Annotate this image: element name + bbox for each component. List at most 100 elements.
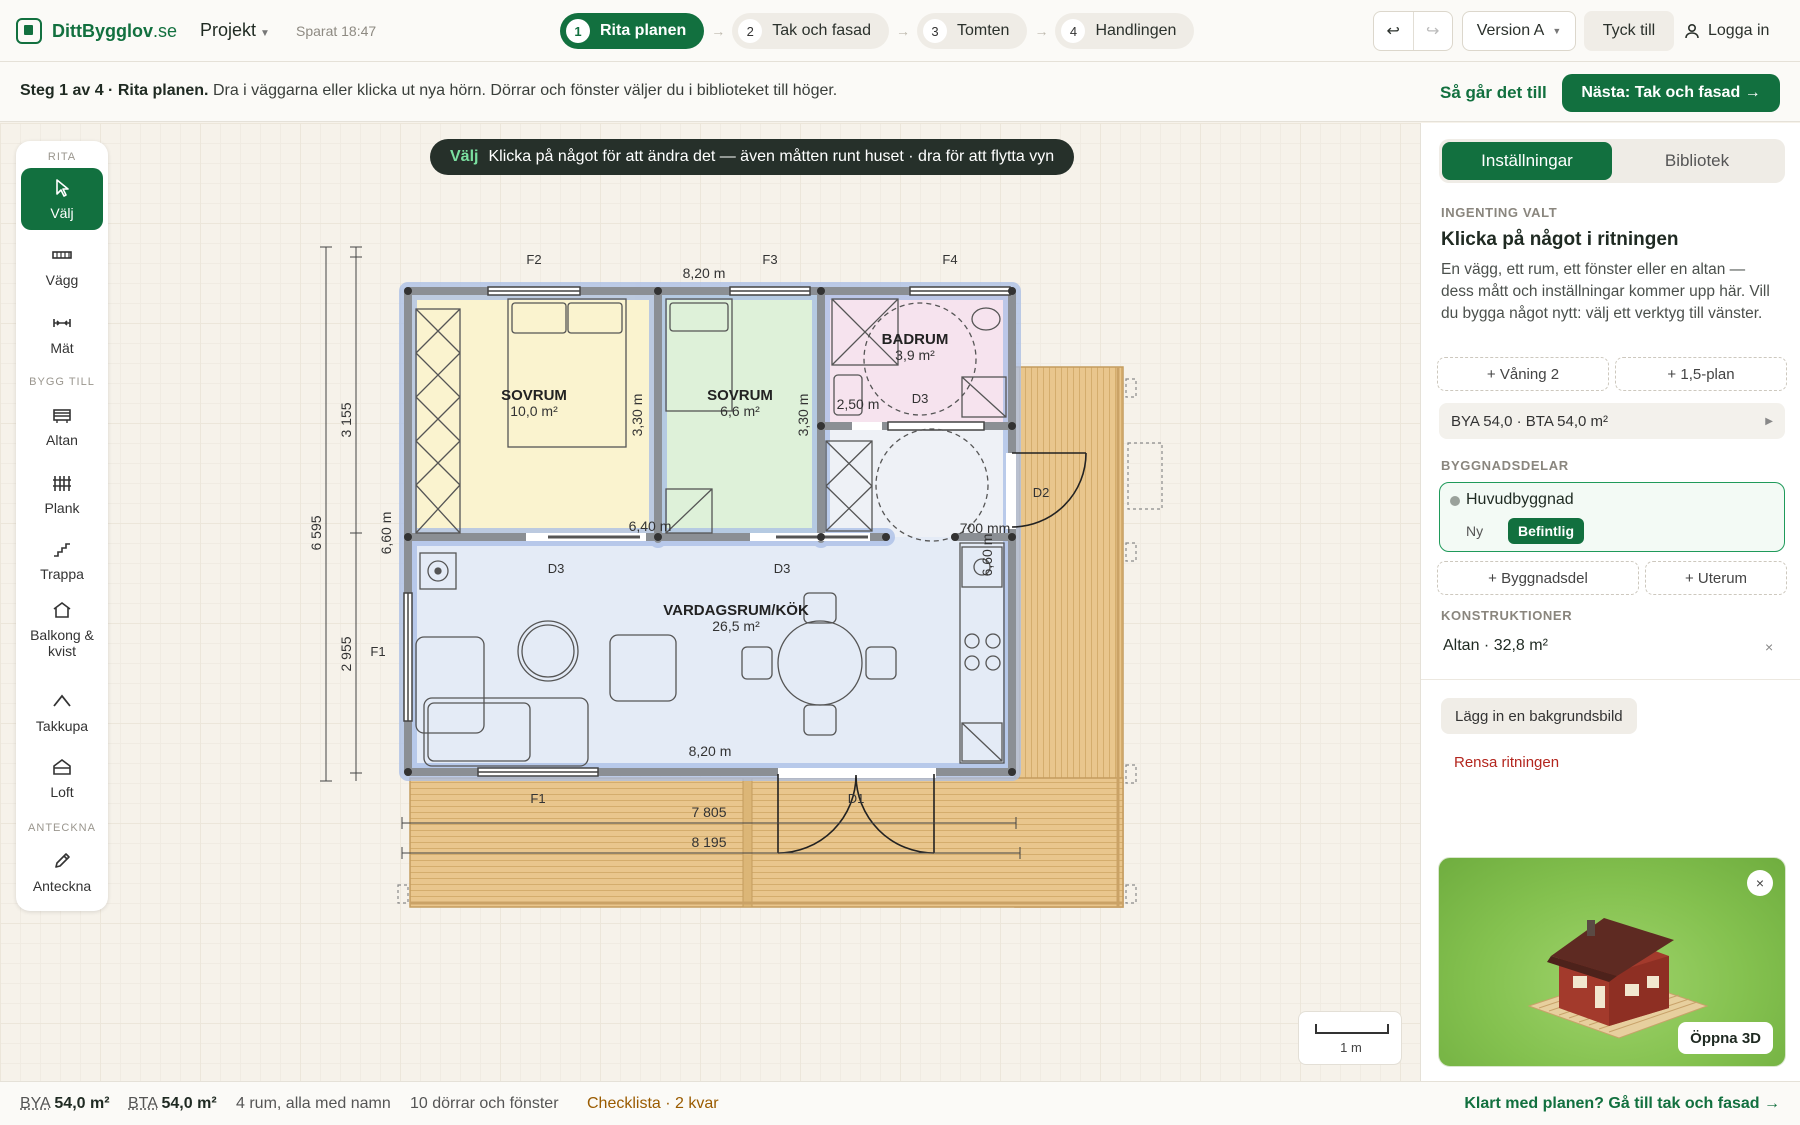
logo-icon [16,18,42,44]
tool-label: Välj [50,205,74,221]
tool-measure[interactable]: Mät [21,303,103,365]
redo-icon[interactable]: ↪ [1413,21,1452,41]
door-d3-bath-opening [852,422,882,430]
room-area-living: 26,5 m² [712,618,760,634]
feedback-button[interactable]: Tyck till [1584,11,1674,51]
step-4[interactable]: 4 Handlingen [1055,13,1195,49]
go-to-roof-link[interactable]: Klart med planen? Gå till tak och fasad … [1464,1095,1780,1113]
project-menu[interactable]: Projekt ▼ [200,20,270,41]
dim-side-height: 6,60 m [378,512,394,555]
howto-link[interactable]: Så går det till [1440,83,1547,103]
tool-select[interactable]: Välj [21,168,103,230]
add-outdoor-room-button[interactable]: + Uterum [1645,561,1787,595]
deck-front[interactable] [409,777,1124,908]
bya-value: 54,0 m² [54,1095,110,1112]
option-existing[interactable]: Befintlig [1508,518,1584,544]
tab-settings[interactable]: Inställningar [1442,142,1612,180]
step-number: 4 [1061,19,1086,43]
divider [1421,679,1800,680]
step-label: Handlingen [1095,22,1177,39]
tab-library[interactable]: Bibliotek [1612,142,1782,180]
login-button[interactable]: Logga in [1684,11,1784,51]
close-icon[interactable]: × [1747,870,1773,896]
drawing-canvas[interactable]: F2 F3 F4 F1 F1 D1 D2 D3 D3 D3 8,20 m 8,2… [0,123,1420,1081]
panel-tabs: Inställningar Bibliotek [1439,139,1785,183]
step-navigation: 1 Rita planen → 2 Tak och fasad → 3 Tomten … [560,13,1195,49]
3d-preview[interactable]: × Öppna 3D [1438,857,1786,1067]
close-icon[interactable]: × [1765,639,1773,655]
door-d2-opening [1006,453,1016,529]
wall-node [817,533,825,541]
option-new[interactable]: Ny [1466,523,1483,539]
next-step-button[interactable]: Nästa: Tak och fasad → [1562,74,1780,112]
tool-stairs[interactable]: Trappa [21,529,103,591]
door-d1-opening [778,768,936,778]
add-building-part-button[interactable]: + Byggnadsdel [1437,561,1639,595]
checklist-link[interactable]: Checklista · 2 kvar [587,1095,719,1113]
tool-dormer[interactable]: Takkupa [21,681,103,743]
top-bar: DittBygglov.se Projekt ▼ Sparat 18:47 1 Ri… [0,0,1800,62]
tool-annotate[interactable]: Anteckna [21,841,103,903]
logo[interactable]: DittBygglov.se [16,18,177,44]
status-dot-icon [1450,496,1460,506]
add-half-storey-button[interactable]: + 1,5-plan [1615,357,1787,391]
dim-left-upper: 3 155 [338,402,354,437]
open-3d-button[interactable]: Öppna 3D [1678,1022,1773,1054]
floor-plan[interactable]: F2 F3 F4 F1 F1 D1 D2 D3 D3 D3 8,20 m 8,2… [0,123,1420,1081]
bta-label: BTA [128,1095,158,1112]
room-name-bedroom-1: SOVRUM [501,387,567,404]
background-image-button[interactable]: Lägg in en bakgrundsbild [1441,698,1637,734]
status-bar: BYA 54,0 m² BTA 54,0 m² 4 rum, alla med … [0,1081,1800,1125]
tool-fence[interactable]: Plank [21,463,103,525]
wall-node [404,768,412,776]
wall-node [404,533,412,541]
tool-label: Mät [50,340,74,356]
room-area-bathroom: 3,9 m² [895,347,935,363]
wall-node [1008,287,1016,295]
tool-wall[interactable]: Vägg [21,235,103,297]
construction-item[interactable]: Altan · 32,8 m² [1443,637,1548,655]
dim-bed1-height: 3,30 m [629,394,645,437]
room-area-bedroom-2: 6,6 m² [720,403,760,419]
dim-bath-width: 2,50 m [837,396,880,412]
hint-mode: Välj [450,148,479,165]
add-floor-button[interactable]: + Våning 2 [1437,357,1609,391]
wall-node [817,287,825,295]
dim-bottom-width: 8,20 m [689,743,732,759]
pencil-icon [55,853,70,868]
arrow-right-icon: → [711,23,726,39]
user-icon [1685,23,1699,39]
dim-left-lower: 2 955 [338,636,354,671]
window-label-f2: F2 [526,252,541,267]
room-name-bathroom: BADRUM [882,331,949,348]
status-openings: 10 dörrar och fönster [410,1095,559,1112]
constructions-heading: KONSTRUKTIONER [1441,608,1573,623]
window-bath [887,421,985,431]
tool-balcony[interactable]: Balkong & kvist [21,595,103,663]
chevron-down-icon: ▼ [260,28,270,39]
step-1[interactable]: 1 Rita planen [560,13,705,49]
version-select[interactable]: Version A ▼ [1462,11,1576,51]
step-label: Rita planen [600,22,687,39]
properties-panel: Inställningar Bibliotek INGENTING VALT K… [1420,123,1800,1081]
undo-icon[interactable]: ↩ [1374,21,1413,41]
deck-handle [1125,884,1137,904]
status-bta: BTA 54,0 m² [128,1095,217,1113]
step-2[interactable]: 2 Tak och fasad [732,13,889,49]
status-rooms: 4 rum, alla med namn [236,1095,391,1112]
area-summary[interactable]: BYA 54,0 · BTA 54,0 m² ▶ [1439,403,1785,439]
bya-label: BYA [20,1095,50,1112]
stove-ring [434,567,442,575]
step-3[interactable]: 3 Tomten [916,13,1028,49]
tool-loft[interactable]: Loft [21,747,103,809]
tool-palette: RITA Välj Vägg Mät BYGG TILL Altan Plank… [16,141,108,911]
room-living-fill[interactable] [410,537,1011,770]
building-part-card[interactable]: Huvudbyggnad Ny Befintlig [1439,482,1785,552]
instruction-bar: Steg 1 av 4 · Rita planen. Dra i väggarn… [0,62,1800,122]
window-label-f1: F1 [530,791,545,806]
window-label-f4: F4 [942,252,957,267]
scale-label: 1 m [1340,1040,1362,1055]
clear-drawing-link[interactable]: Rensa ritningen [1454,754,1559,771]
tool-deck[interactable]: Altan [21,395,103,457]
tool-label: Anteckna [32,878,92,894]
